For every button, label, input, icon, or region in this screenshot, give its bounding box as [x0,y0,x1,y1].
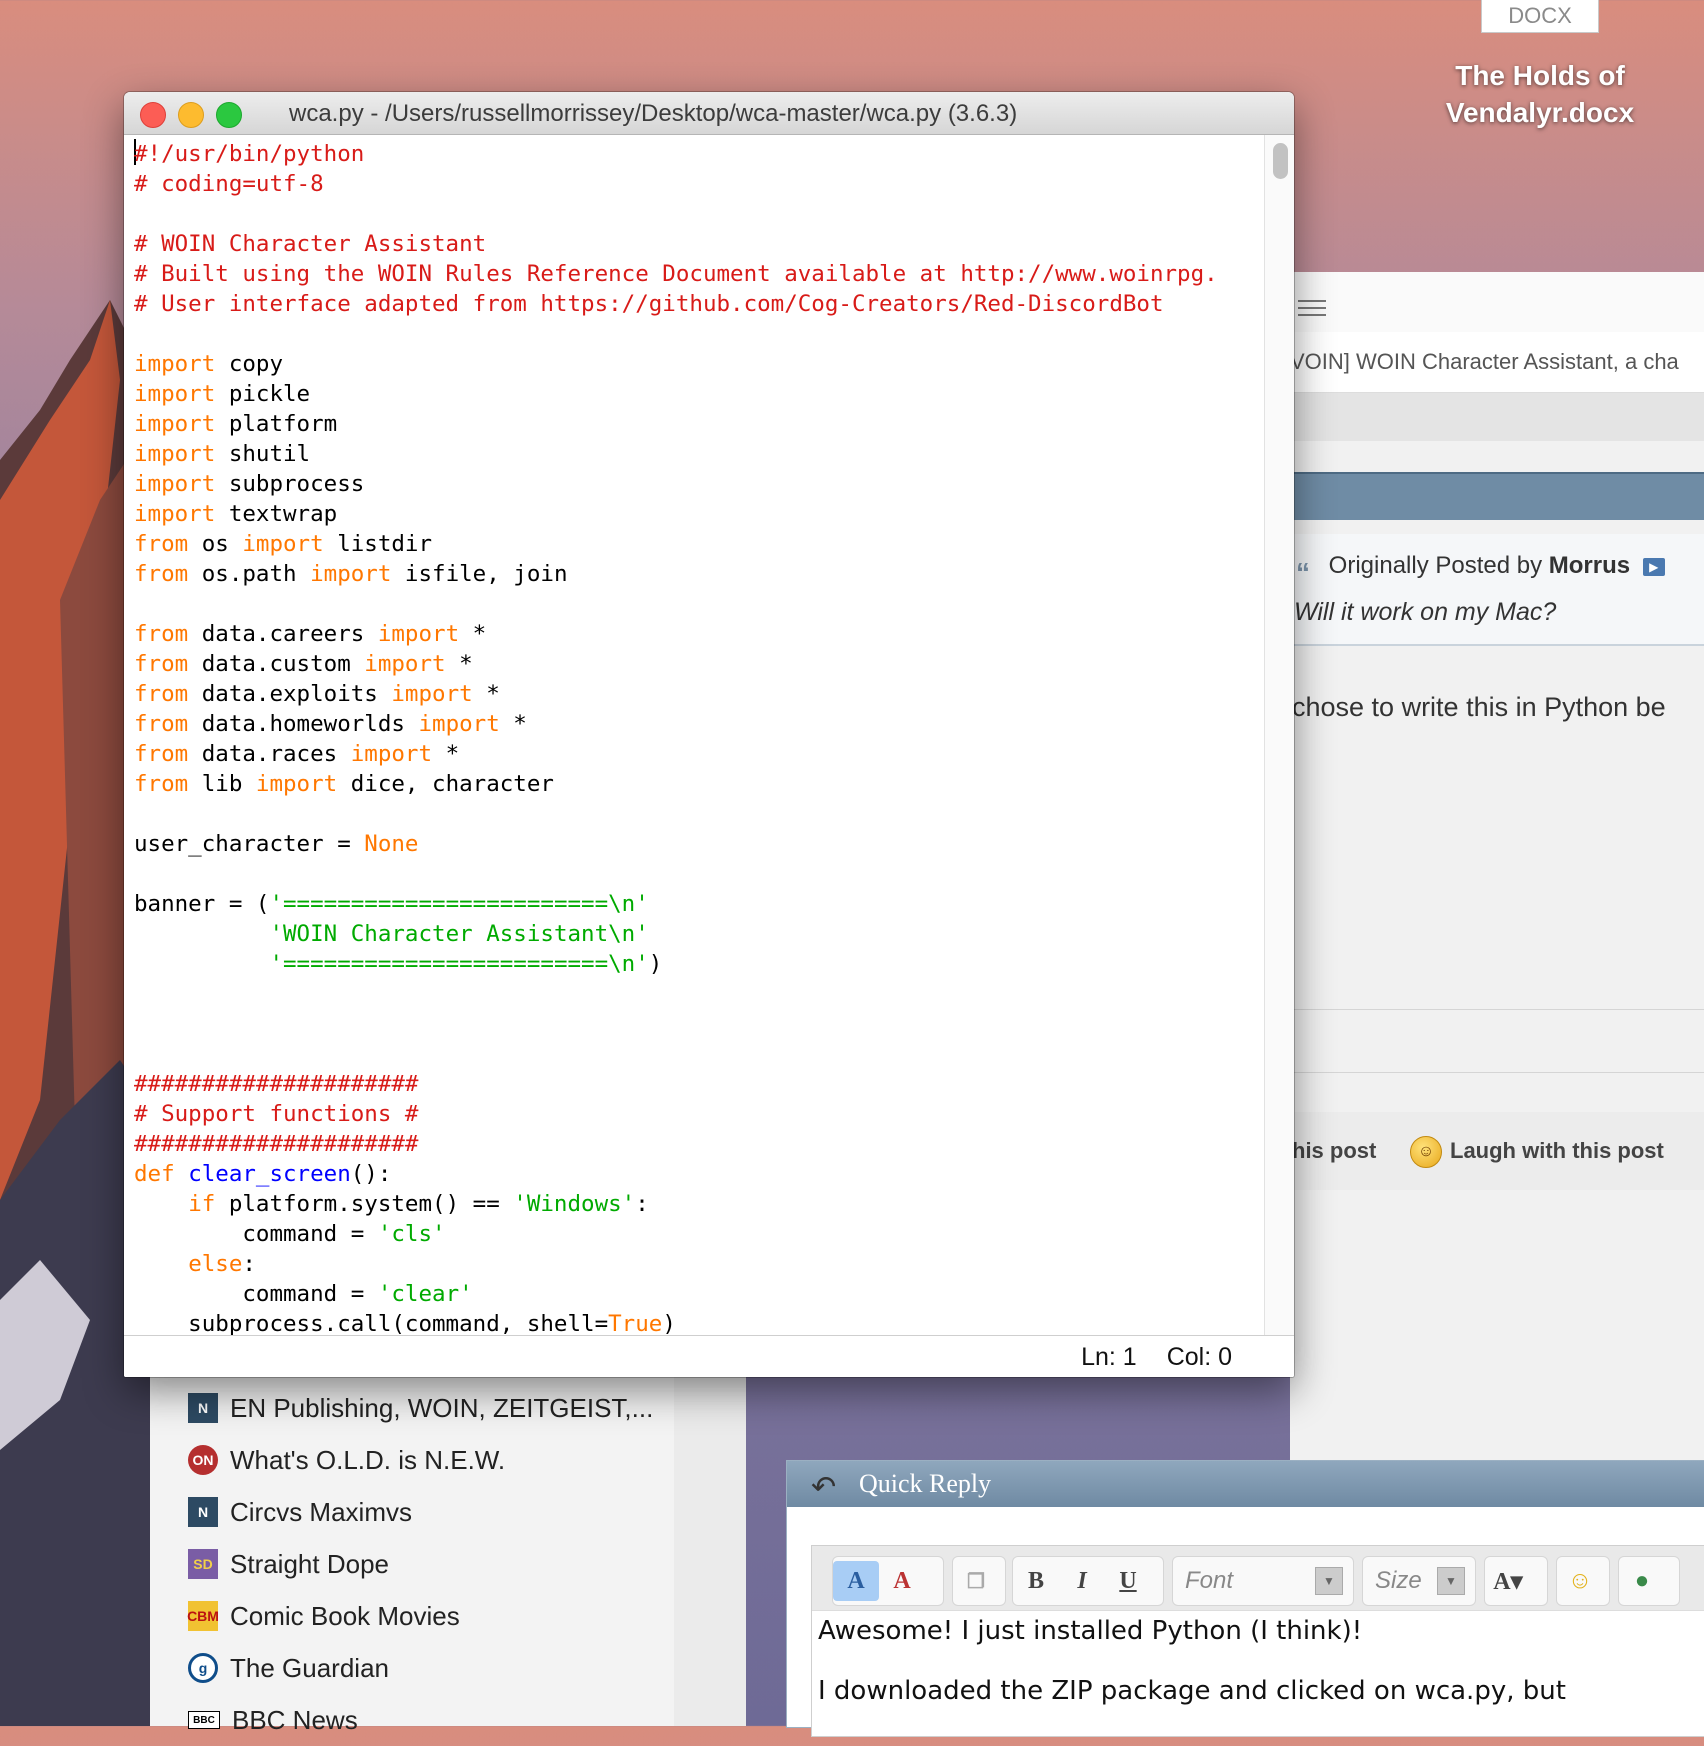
quick-reply-panel: ↶ Quick Reply A A ❐ B I U Font ▼ Size ▼ [786,1460,1704,1737]
sidebar-item-label: Circvs Maximvs [230,1496,412,1527]
smiley-icon: ☺ [1567,1567,1593,1594]
minimize-window-button[interactable] [178,102,204,128]
quote-author: Morrus [1548,552,1631,579]
link-globe-icon: ● [1634,1567,1650,1594]
old-new-icon: ON [188,1445,218,1475]
post-actions: his post ☺ Laugh with this post [1290,1112,1704,1190]
reply-textarea[interactable]: Awesome! I just installed Python (I thin… [818,1616,1566,1736]
straight-dope-icon: SD [188,1549,218,1579]
laugh-label: Laugh with this post [1450,1137,1664,1163]
size-select-value: Size [1375,1567,1422,1594]
quote-box: “ Originally Posted by Morrus ▶ Will it … [1290,534,1704,646]
cursor-position: Ln: 1 Col: 0 [1081,1336,1232,1377]
en-publishing-icon: N [188,1393,218,1423]
sidebar-item-en-publishing[interactable]: N EN Publishing, WOIN, ZEITGEIST,... [188,1382,653,1434]
sidebar-item-comic-book-movies[interactable]: CBM Comic Book Movies [187,1590,460,1642]
page-gutter [674,1372,746,1726]
format-group: B I U [1012,1556,1164,1606]
browser-tab[interactable]: VOIN] WOIN Character Assistant, a cha [1290,332,1704,393]
circvs-icon: N [188,1497,218,1527]
reply-arrow-icon: ↶ [811,1470,837,1505]
chevron-down-icon: ▼ [1437,1567,1465,1595]
mode-toggle-group: A A [832,1556,944,1606]
sidebar-item-circvs[interactable]: N Circvs Maximvs [188,1486,412,1538]
chevron-down-icon: ▼ [1315,1567,1343,1595]
remove-format-icon[interactable]: A [879,1561,925,1601]
font-select[interactable]: Font ▼ [1172,1556,1354,1606]
vertical-scrollbar[interactable] [1264,135,1294,1335]
text-color-button[interactable]: A▾ [1484,1556,1548,1606]
wysiwyg-mode-icon[interactable]: A [833,1561,879,1601]
desktop-file-docx[interactable]: DOCX The Holds of Vendalyr.docx [1440,0,1640,131]
status-line-number: Ln: 1 [1081,1343,1137,1371]
italic-button[interactable]: I [1059,1561,1105,1601]
smilies-button[interactable]: ☺ [1556,1556,1610,1606]
quote-prefix: Originally Posted by [1328,552,1543,579]
close-window-button[interactable] [140,102,166,128]
docx-file-icon: DOCX [1481,0,1599,33]
view-post-icon[interactable]: ▶ [1642,557,1665,576]
quick-reply-header: ↶ Quick Reply [787,1461,1704,1507]
zoom-window-button[interactable] [216,102,242,128]
sidebar-item-label: BBC News [232,1704,358,1735]
divider [1290,1072,1704,1073]
sidebar-item-old-new[interactable]: ON What's O.L.D. is N.E.W. [188,1434,505,1486]
bbc-icon: BBC [188,1711,220,1729]
reply-text-line: Awesome! I just installed Python (I thin… [818,1616,1363,1646]
link-button[interactable]: ● [1618,1556,1680,1606]
browser-toolbar [1290,272,1704,333]
size-select[interactable]: Size ▼ [1362,1556,1476,1606]
post-action-button[interactable]: his post [1292,1138,1376,1164]
quote-header: “ Originally Posted by Morrus ▶ [1296,552,1665,588]
menu-icon[interactable] [1298,300,1326,321]
desktop-file-name: The Holds of Vendalyr.docx [1440,57,1640,131]
sidebar-item-label: EN Publishing, WOIN, ZEITGEIST,... [230,1392,654,1423]
font-select-value: Font [1185,1567,1234,1594]
browser-subbar [1290,393,1704,441]
sidebar-item-guardian[interactable]: g The Guardian [188,1642,389,1694]
post-text: chose to write this in Python be [1292,692,1666,722]
window-title: wca.py - /Users/russellmorrissey/Desktop… [289,100,1018,127]
status-column-number: Col: 0 [1166,1343,1232,1371]
window-titlebar[interactable]: wca.py - /Users/russellmorrissey/Desktop… [124,92,1294,135]
sidebar-item-bbc-news[interactable]: BBC BBC News [188,1694,358,1746]
sidebar-item-label: The Guardian [230,1652,389,1683]
laugh-button[interactable]: ☺ Laugh with this post [1410,1136,1664,1168]
quote-body: Will it work on my Mac? [1294,598,1557,626]
sidebar-item-straight-dope[interactable]: SD Straight Dope [188,1538,389,1590]
reply-text-line: I downloaded the ZIP package and clicked… [818,1676,1566,1706]
guardian-icon: g [188,1653,218,1683]
status-bar: Ln: 1 Col: 0 [124,1335,1294,1377]
code-editor[interactable]: #!/usr/bin/python # coding=utf-8 # WOIN … [124,135,1264,1335]
divider [1290,1009,1704,1010]
idle-editor-window: wca.py - /Users/russellmorrissey/Desktop… [124,92,1294,1377]
quote-icon: “ [1296,556,1310,588]
sidebar-item-label: What's O.L.D. is N.E.W. [230,1444,506,1475]
file-name-line-2: Vendalyr.docx [1445,97,1635,128]
sidebar-item-label: Straight Dope [230,1548,389,1579]
laugh-icon: ☺ [1410,1136,1442,1168]
editor-toolbar: A A ❐ B I U Font ▼ Size ▼ A▾ ☺ ● [812,1546,1704,1611]
bookmarks-sidebar: N EN Publishing, WOIN, ZEITGEIST,... ON … [150,1372,675,1735]
quick-reply-title: Quick Reply [859,1469,992,1498]
post-header-bar [1290,472,1704,520]
cbm-icon: CBM [187,1601,219,1631]
code-text: #!/usr/bin/python # coding=utf-8 # WOIN … [134,139,1218,1335]
sidebar-item-label: Comic Book Movies [230,1600,460,1631]
paste-group: ❐ [952,1556,1006,1606]
paste-icon[interactable]: ❐ [953,1561,999,1601]
underline-button[interactable]: U [1105,1561,1151,1601]
text-color-icon: A▾ [1493,1568,1523,1595]
reply-editor[interactable]: A A ❐ B I U Font ▼ Size ▼ A▾ ☺ ● Awesome… [811,1545,1704,1737]
file-name-line-1: The Holds of [1455,60,1625,91]
bold-button[interactable]: B [1013,1561,1059,1601]
scrollbar-thumb[interactable] [1273,143,1288,179]
